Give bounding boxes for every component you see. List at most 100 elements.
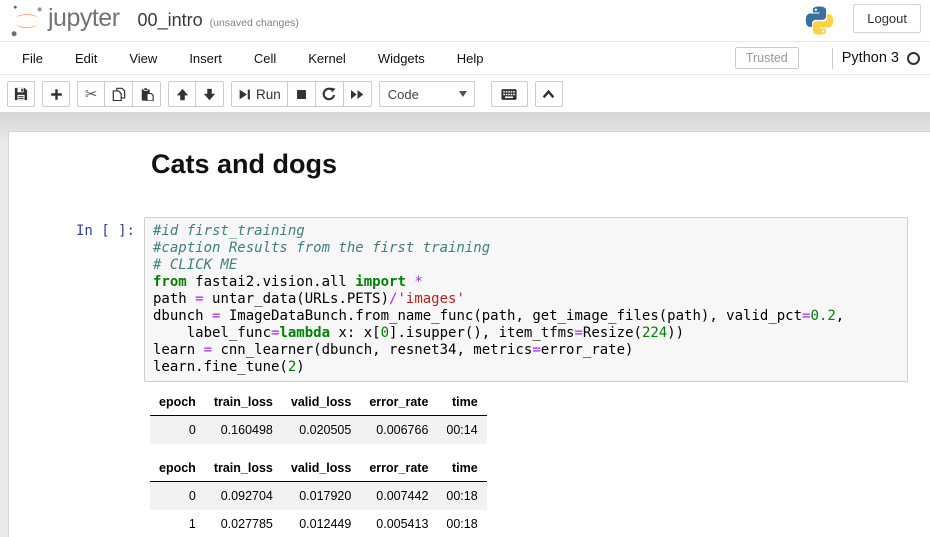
training-table-1: epochtrain_lossvalid_losserror_ratetime0… xyxy=(150,391,487,444)
code-token: 0.2 xyxy=(810,308,835,324)
code-token: )) xyxy=(667,325,684,341)
table-row: 00.1604980.0205050.00676600:14 xyxy=(150,416,487,445)
plus-icon xyxy=(50,88,63,101)
logout-button[interactable]: Logout xyxy=(853,4,921,33)
code-line: learn.fine_tune(2) xyxy=(153,359,899,376)
jupyter-logo-icon xyxy=(10,3,43,39)
code-token: 0 xyxy=(381,325,389,341)
code-token: x: x[ xyxy=(330,325,381,341)
column-header: time xyxy=(437,391,486,416)
code-token: path xyxy=(153,291,195,307)
code-token: Resize( xyxy=(583,325,642,341)
insert-cell-below-button[interactable] xyxy=(42,81,70,107)
column-header: epoch xyxy=(150,391,205,416)
interrupt-kernel-button[interactable] xyxy=(288,81,316,107)
code-token: lambda xyxy=(279,325,330,341)
paste-cell-button[interactable] xyxy=(133,81,161,107)
command-palette-button[interactable] xyxy=(491,81,528,107)
restart-icon xyxy=(322,87,336,101)
jupyter-logo-text: jupyter xyxy=(48,4,120,33)
code-token: , xyxy=(836,308,844,324)
move-cell-down-button[interactable] xyxy=(196,81,224,107)
code-token: dbunch xyxy=(153,308,212,324)
code-line: #caption Results from the first training xyxy=(153,240,899,257)
code-token: #id first_training xyxy=(153,223,305,239)
table-cell: 0 xyxy=(150,482,205,511)
table-cell: 0.027785 xyxy=(205,510,282,537)
code-token: = xyxy=(195,291,203,307)
code-token: cnn_learner(dbunch, resnet34, metrics xyxy=(212,342,532,358)
cut-cell-button[interactable]: ✂ xyxy=(77,81,105,107)
training-table-2: epochtrain_lossvalid_losserror_ratetime0… xyxy=(150,457,487,537)
code-line: path = untar_data(URLs.PETS)/'images' xyxy=(153,291,899,308)
code-token: * xyxy=(414,274,422,290)
caret-down-icon xyxy=(459,91,467,97)
table-cell: 0.006766 xyxy=(360,416,437,445)
markdown-prompt xyxy=(9,148,144,217)
autosave-status: (unsaved changes) xyxy=(210,17,299,29)
restart-run-all-button[interactable] xyxy=(344,81,372,107)
menu-item-widgets[interactable]: Widgets xyxy=(362,42,441,74)
notebook-area: Cats and dogs In [ ]: #id first_training… xyxy=(0,112,930,537)
code-token: label_func xyxy=(153,325,271,341)
fast-forward-icon xyxy=(350,88,365,101)
trusted-button[interactable]: Trusted xyxy=(735,47,799,69)
move-cell-up-button[interactable] xyxy=(168,81,196,107)
code-token: learn xyxy=(153,342,204,358)
menu-item-edit[interactable]: Edit xyxy=(59,42,113,74)
cell-type-select[interactable]: Code xyxy=(379,81,475,107)
code-token: import xyxy=(355,274,406,290)
menu-item-help[interactable]: Help xyxy=(441,42,500,74)
table-cell: 0.020505 xyxy=(282,416,360,445)
stop-icon xyxy=(295,88,308,101)
menubar-separator xyxy=(832,48,833,69)
column-header: error_rate xyxy=(360,391,437,416)
run-cell-button[interactable]: Run xyxy=(231,81,288,107)
collapse-toolbar-button[interactable] xyxy=(535,81,563,107)
cell-prompt: In [ ]: xyxy=(9,217,144,382)
code-line: learn = cnn_learner(dbunch, resnet34, me… xyxy=(153,342,899,359)
column-header: valid_loss xyxy=(282,457,360,482)
menu-item-cell[interactable]: Cell xyxy=(238,42,292,74)
code-token: = xyxy=(532,342,540,358)
table-cell: 1 xyxy=(150,510,205,537)
notebook-title[interactable]: 00_intro xyxy=(138,10,203,31)
markdown-cell[interactable]: Cats and dogs xyxy=(9,148,930,217)
table-cell: 0 xyxy=(150,416,205,445)
code-token: 224 xyxy=(642,325,667,341)
header: jupyter 00_intro (unsaved changes) Logou… xyxy=(0,0,930,41)
run-icon xyxy=(238,88,251,101)
code-line: from fastai2.vision.all import * xyxy=(153,274,899,291)
code-token: ].isupper(), item_tfms xyxy=(389,325,574,341)
save-icon xyxy=(14,87,28,101)
copy-cell-button[interactable] xyxy=(105,81,133,107)
code-token: ImageDataBunch.from_name_func(path, get_… xyxy=(220,308,802,324)
arrow-up-icon xyxy=(176,88,189,101)
jupyter-logo[interactable]: jupyter xyxy=(10,3,120,39)
code-token: untar_data(URLs.PETS) xyxy=(204,291,389,307)
column-header: valid_loss xyxy=(282,391,360,416)
page-title: Cats and dogs xyxy=(144,148,930,181)
run-button-label: Run xyxy=(256,87,281,102)
copy-icon xyxy=(112,87,126,101)
paste-icon xyxy=(140,87,154,101)
restart-kernel-button[interactable] xyxy=(316,81,344,107)
table-cell: 0.012449 xyxy=(282,510,360,537)
menu-item-file[interactable]: File xyxy=(6,42,59,74)
code-token: #caption Results from the first training xyxy=(153,240,490,256)
kernel-name: Python 3 xyxy=(842,50,899,66)
output-area: epochtrain_lossvalid_losserror_ratetime0… xyxy=(150,391,930,537)
menu-item-insert[interactable]: Insert xyxy=(173,42,238,74)
table-cell: 0.092704 xyxy=(205,482,282,511)
code-line: label_func=lambda x: x[0].isupper(), ite… xyxy=(153,325,899,342)
menu-item-kernel[interactable]: Kernel xyxy=(292,42,362,74)
menu-item-view[interactable]: View xyxy=(113,42,173,74)
table-cell: 00:14 xyxy=(437,416,486,445)
code-token: # CLICK ME xyxy=(153,257,237,273)
table-cell: 0.017920 xyxy=(282,482,360,511)
code-line: #id first_training xyxy=(153,223,899,240)
code-editor[interactable]: #id first_training#caption Results from … xyxy=(144,217,908,382)
save-button[interactable] xyxy=(7,81,35,107)
toolbar: ✂ xyxy=(0,76,930,112)
column-header: train_loss xyxy=(205,457,282,482)
